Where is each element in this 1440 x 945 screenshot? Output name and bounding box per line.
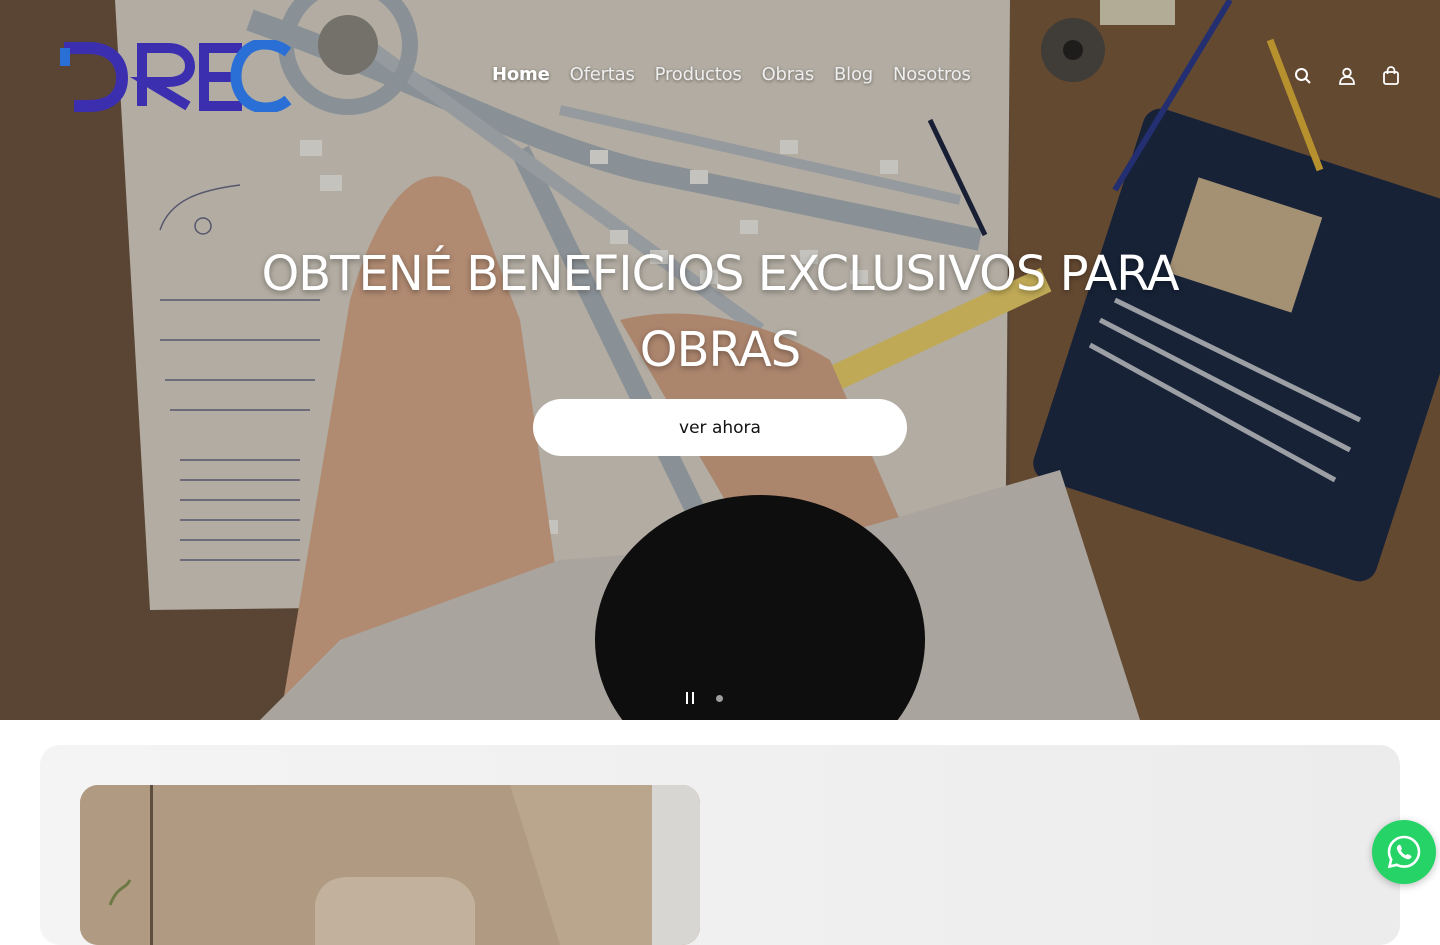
featured-image-graphic — [80, 785, 700, 945]
nav-item-ofertas[interactable]: Ofertas — [570, 64, 635, 85]
ver-ahora-button[interactable]: ver ahora — [533, 399, 907, 456]
hero-title: OBTENÉ BENEFICIOS EXCLUSIVOS PARA OBRAS — [261, 246, 1179, 378]
slide-dot[interactable] — [716, 694, 723, 702]
nav-item-blog[interactable]: Blog — [834, 64, 873, 85]
search-icon[interactable] — [1292, 64, 1314, 88]
nav-item-productos[interactable]: Productos — [655, 64, 742, 85]
pause-icon[interactable] — [682, 688, 698, 708]
site-header: Home Ofertas Productos Obras Blog Nosotr… — [0, 0, 1440, 150]
account-icon[interactable] — [1336, 64, 1358, 88]
cart-icon[interactable] — [1380, 64, 1402, 88]
nav-item-nosotros[interactable]: Nosotros — [893, 64, 971, 85]
nav-item-obras[interactable]: Obras — [762, 64, 815, 85]
header-actions — [1292, 64, 1402, 88]
main-nav: Home Ofertas Productos Obras Blog Nosotr… — [492, 64, 971, 85]
logo[interactable] — [58, 38, 292, 114]
logo-graphic — [58, 38, 292, 114]
slider-controls — [682, 688, 723, 708]
whatsapp-icon[interactable] — [1372, 820, 1436, 884]
featured-image[interactable] — [80, 785, 700, 945]
nav-item-home[interactable]: Home — [492, 64, 550, 85]
